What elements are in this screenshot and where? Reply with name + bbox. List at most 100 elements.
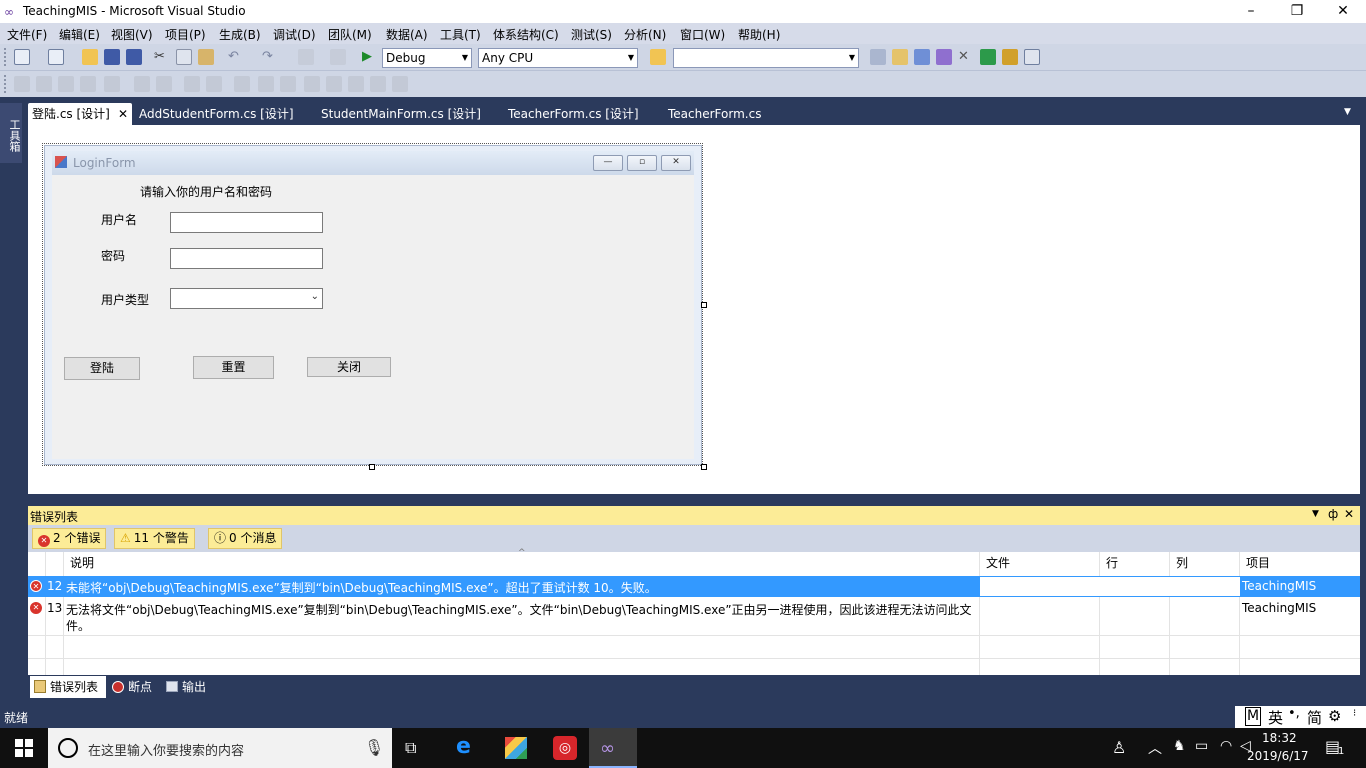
doc-tab-addstudentform-design[interactable]: AddStudentForm.cs [设计] [135, 103, 298, 125]
menu-view[interactable]: 视图(V) [111, 26, 153, 43]
ime-punctuation-toggle[interactable]: •, [1288, 706, 1300, 721]
align-bottoms-icon[interactable] [156, 76, 172, 92]
menu-tools[interactable]: 工具(T) [440, 26, 481, 43]
bring-to-front-icon[interactable] [348, 76, 364, 92]
make-same-height-icon[interactable] [206, 76, 222, 92]
error-row[interactable]: ✕ 12 未能将“obj\Debug\TeachingMIS.exe”复制到“b… [28, 576, 1360, 597]
open-file-icon[interactable] [82, 49, 98, 65]
clock-time[interactable]: 18:32 [1262, 731, 1297, 745]
doc-tab-login-design[interactable]: 登陆.cs [设计] ✕ [28, 103, 132, 125]
save-icon[interactable] [104, 49, 120, 65]
resize-handle-right[interactable] [701, 302, 707, 308]
maximize-button[interactable]: ❐ [1274, 0, 1320, 23]
tool-tab-output[interactable]: 输出 [162, 676, 210, 698]
vertical-spacing-icon[interactable] [280, 76, 296, 92]
menu-architecture[interactable]: 体系结构(C) [493, 26, 559, 43]
close-form-button[interactable]: 关闭 [307, 357, 391, 377]
close-button[interactable]: ✕ [1320, 0, 1366, 23]
solution-configuration-select[interactable]: Debug ▼ [382, 48, 472, 68]
show-hidden-icons-icon[interactable]: ︿ [1148, 738, 1162, 758]
errors-filter-button[interactable]: ✕ 2 个错误 [32, 528, 107, 549]
toolbox-side-tab[interactable]: 工具箱 [0, 103, 22, 163]
horizontal-spacing-icon[interactable] [258, 76, 274, 92]
edge-browser-icon[interactable]: e [456, 734, 471, 759]
netease-music-icon[interactable]: ◎ [553, 736, 577, 760]
menu-window[interactable]: 窗口(W) [680, 26, 725, 43]
menu-debug[interactable]: 调试(D) [273, 26, 316, 43]
start-page-icon[interactable] [1024, 49, 1040, 65]
new-project-icon[interactable] [14, 49, 30, 65]
auto-hide-pin-icon[interactable]: ф [1328, 507, 1338, 521]
solution-explorer-icon[interactable] [870, 49, 886, 65]
doc-tab-teacherform-code[interactable]: TeacherForm.cs [664, 103, 765, 125]
tab-order-icon[interactable] [392, 76, 408, 92]
align-lefts-icon[interactable] [36, 76, 52, 92]
warnings-filter-button[interactable]: ⚠ 11 个警告 [114, 528, 195, 549]
reset-button[interactable]: 重置 [193, 356, 274, 379]
username-input[interactable] [170, 212, 323, 233]
task-view-icon[interactable]: ⧉ [405, 738, 416, 758]
center-vertically-icon[interactable] [326, 76, 342, 92]
cut-icon[interactable]: ✂ [154, 49, 170, 65]
properties-window-icon[interactable] [892, 49, 908, 65]
column-header-column[interactable]: 列 [1170, 552, 1240, 574]
send-to-back-icon[interactable] [370, 76, 386, 92]
battery-icon[interactable]: ▭ [1195, 738, 1208, 754]
menu-data[interactable]: 数据(A) [386, 26, 428, 43]
close-tab-icon[interactable]: ✕ [118, 103, 128, 125]
security-tray-icon[interactable]: ♞ [1173, 738, 1186, 754]
menu-team[interactable]: 团队(M) [328, 26, 372, 43]
align-rights-icon[interactable] [80, 76, 96, 92]
class-view-icon[interactable] [936, 49, 952, 65]
ime-toolbar[interactable]: M 英 •, 简 ⚙ ⁝ [1235, 706, 1366, 728]
find-in-files-icon[interactable] [650, 49, 666, 65]
toolbar-grip[interactable] [4, 48, 7, 66]
window-position-dropdown-icon[interactable]: ▼ [1312, 509, 1319, 519]
server-explorer-icon[interactable] [980, 49, 996, 65]
network-icon[interactable]: ◠ [1220, 738, 1232, 754]
ime-language-toggle[interactable]: 英 [1268, 707, 1283, 728]
ime-options-icon[interactable]: ⁝ [1353, 708, 1356, 719]
tool-tab-breakpoints[interactable]: 断点 [108, 676, 156, 698]
align-tops-icon[interactable] [104, 76, 120, 92]
doc-tab-teacherform-design[interactable]: TeacherForm.cs [设计] [504, 103, 643, 125]
start-debugging-icon[interactable]: ▶ [362, 49, 378, 65]
menu-build[interactable]: 生成(B) [219, 26, 261, 43]
center-horizontally-icon[interactable] [304, 76, 320, 92]
taskbar-search-box[interactable]: 在这里输入你要搜索的内容 🎙 [48, 728, 392, 768]
ime-mode-indicator[interactable]: M [1245, 707, 1262, 726]
size-to-grid-icon[interactable] [234, 76, 250, 92]
minimize-button[interactable]: – [1228, 0, 1274, 23]
align-to-grid-icon[interactable] [14, 76, 30, 92]
clock-date[interactable]: 2019/6/17 [1247, 749, 1309, 763]
resize-handle-corner[interactable] [701, 464, 707, 470]
navigate-backward-icon[interactable] [298, 49, 314, 65]
resize-handle-bottom[interactable] [369, 464, 375, 470]
menu-help[interactable]: 帮助(H) [738, 26, 780, 43]
column-header-file[interactable]: 文件 [980, 552, 1100, 574]
make-same-width-icon[interactable] [184, 76, 200, 92]
menu-edit[interactable]: 编辑(E) [59, 26, 100, 43]
people-icon[interactable]: ♙ [1112, 738, 1126, 757]
menu-file[interactable]: 文件(F) [7, 26, 47, 43]
navigate-forward-icon[interactable] [330, 49, 346, 65]
usertype-select[interactable]: ⌄ [170, 288, 323, 309]
file-manager-icon[interactable] [505, 737, 527, 759]
menu-analyze[interactable]: 分析(N) [624, 26, 666, 43]
copy-icon[interactable] [176, 49, 192, 65]
tool-tab-error-list[interactable]: 错误列表 [30, 676, 106, 698]
menu-project[interactable]: 项目(P) [165, 26, 206, 43]
ime-settings-icon[interactable]: ⚙ [1328, 707, 1341, 725]
tab-overflow-dropdown-icon[interactable]: ▼ [1344, 107, 1351, 117]
password-input[interactable] [170, 248, 323, 269]
find-combo[interactable]: ▼ [673, 48, 859, 68]
add-item-icon[interactable] [48, 49, 64, 65]
ime-script-toggle[interactable]: 简 [1307, 707, 1322, 728]
login-button[interactable]: 登陆 [64, 357, 140, 380]
toolbox-icon[interactable] [1002, 49, 1018, 65]
menu-test[interactable]: 测试(S) [571, 26, 612, 43]
column-header-icon[interactable] [28, 552, 46, 574]
form-minimize-button[interactable]: — [593, 155, 623, 171]
undo-icon[interactable]: ↶ [228, 49, 244, 65]
microphone-icon[interactable]: 🎙 [364, 738, 384, 757]
